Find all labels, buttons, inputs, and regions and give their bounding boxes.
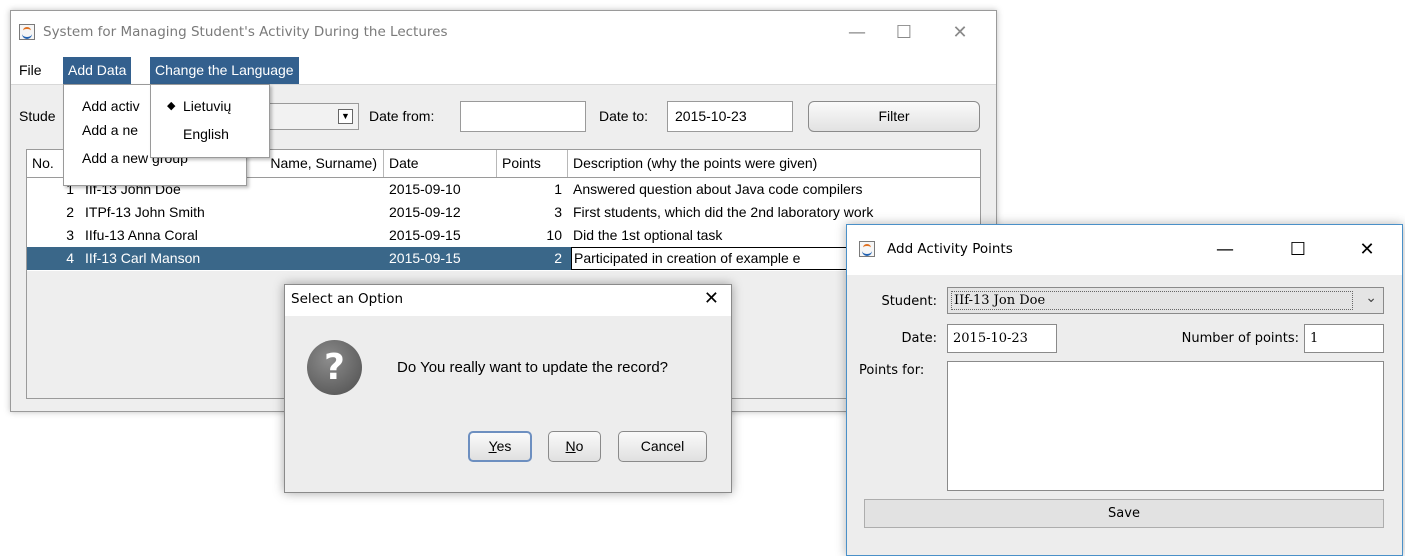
main-titlebar[interactable]: System for Managing Student's Activity D…: [11, 11, 996, 57]
save-button[interactable]: Save: [864, 499, 1384, 528]
table-body: 1 IIf-13 John Doe 2015-09-10 1 Answered …: [27, 178, 981, 271]
menu-item-label: English: [183, 126, 229, 142]
menu-change-language[interactable]: Change the Language: [150, 57, 299, 84]
student-combo[interactable]: IIf-13 Jon Doe ⌄: [947, 287, 1384, 314]
filter-button[interactable]: Filter: [808, 101, 980, 132]
student-label: Student:: [881, 294, 937, 309]
no-label-rest: o: [575, 438, 584, 454]
minimize-icon[interactable]: —: [834, 11, 880, 57]
cell-description: First students, which did the 2nd labora…: [573, 204, 874, 220]
menu-item-lietuviu[interactable]: ◆ Lietuvių: [151, 95, 269, 117]
cell-student: IIf-13 Carl Manson: [85, 250, 201, 266]
dialog-titlebar[interactable]: Select an Option ✕: [285, 285, 731, 316]
menu-item-label: Lietuvių: [183, 98, 232, 114]
date-from-input[interactable]: [460, 101, 586, 132]
maximize-icon[interactable]: ☐: [881, 11, 927, 57]
student-combo-value: IIf-13 Jon Doe: [951, 291, 1353, 310]
no-button[interactable]: No: [548, 431, 601, 462]
cell-points: 2: [554, 250, 562, 266]
cell-no: 4: [66, 250, 74, 266]
cell-date: 2015-09-10: [389, 181, 461, 197]
cell-student: IIfu-13 Anna Coral: [85, 227, 198, 243]
cell-no: 3: [66, 227, 74, 243]
points-for-textarea[interactable]: [947, 361, 1384, 491]
dialog-message: Do You really want to update the record?: [397, 359, 669, 376]
question-icon: ?: [307, 340, 362, 395]
dialog-title: Select an Option: [291, 291, 404, 307]
activity-window-title: Add Activity Points: [887, 241, 1013, 257]
date-label: Date:: [901, 331, 937, 346]
column-header-description[interactable]: Description (why the points were given): [568, 150, 981, 177]
minimize-icon[interactable]: —: [1202, 228, 1248, 274]
cell-points: 1: [554, 181, 562, 197]
java-app-icon: [19, 24, 35, 40]
cancel-button[interactable]: Cancel: [618, 431, 707, 462]
points-input[interactable]: 1: [1304, 324, 1384, 353]
cell-points: 10: [546, 227, 562, 243]
add-activity-window: Add Activity Points — ☐ ✕ Student: IIf-1…: [846, 224, 1403, 556]
number-of-points-label: Number of points:: [1181, 331, 1299, 346]
cell-date: 2015-09-15: [389, 227, 461, 243]
activity-titlebar[interactable]: Add Activity Points — ☐ ✕: [847, 225, 1402, 275]
java-app-icon: [859, 241, 875, 257]
table-row[interactable]: 3 IIfu-13 Anna Coral 2015-09-15 10 Did t…: [27, 224, 980, 247]
column-header-points[interactable]: Points: [497, 150, 568, 177]
close-icon[interactable]: ✕: [704, 288, 719, 309]
menu-file[interactable]: File: [14, 57, 47, 84]
date-from-label: Date from:: [369, 108, 435, 124]
yes-label-rest: es: [496, 438, 512, 454]
cell-date: 2015-09-15: [389, 250, 461, 266]
date-input[interactable]: 2015-10-23: [947, 324, 1057, 353]
cell-date: 2015-09-12: [389, 204, 461, 220]
column-header-date[interactable]: Date: [384, 150, 497, 177]
points-for-label: Points for:: [859, 363, 925, 378]
chevron-down-icon[interactable]: ⌄: [1365, 289, 1377, 306]
language-menu: ◆ Lietuvių English: [150, 84, 270, 158]
table-row-selected[interactable]: 4 IIf-13 Carl Manson 2015-09-15 2 Partic…: [27, 247, 981, 270]
close-icon[interactable]: ✕: [1344, 228, 1390, 274]
yes-mnemonic: Y: [488, 438, 497, 454]
date-to-input[interactable]: 2015-10-23: [667, 101, 793, 132]
maximize-icon[interactable]: ☐: [1275, 228, 1321, 274]
main-window-title: System for Managing Student's Activity D…: [43, 24, 448, 40]
student-filter-label: Stude: [19, 108, 56, 124]
no-mnemonic: N: [565, 438, 576, 454]
yes-button[interactable]: Yes: [468, 431, 532, 462]
menu-add-data[interactable]: Add Data: [63, 57, 132, 84]
date-to-label: Date to:: [599, 108, 649, 124]
cell-points: 3: [554, 204, 562, 220]
cell-student: ITPf-13 John Smith: [85, 204, 205, 220]
menubar: File Add Data Change the Language: [11, 57, 996, 85]
chevron-down-icon[interactable]: ▼: [338, 109, 353, 124]
close-icon[interactable]: ✕: [937, 11, 983, 57]
selected-diamond-icon: ◆: [167, 100, 176, 112]
table-row[interactable]: 2 ITPf-13 John Smith 2015-09-12 3 First …: [27, 201, 980, 224]
cell-no: 2: [66, 204, 74, 220]
confirm-dialog: Select an Option ✕ ? Do You really want …: [284, 284, 732, 493]
menu-item-english[interactable]: English: [151, 123, 269, 145]
cell-description: Answered question about Java code compil…: [573, 181, 863, 197]
